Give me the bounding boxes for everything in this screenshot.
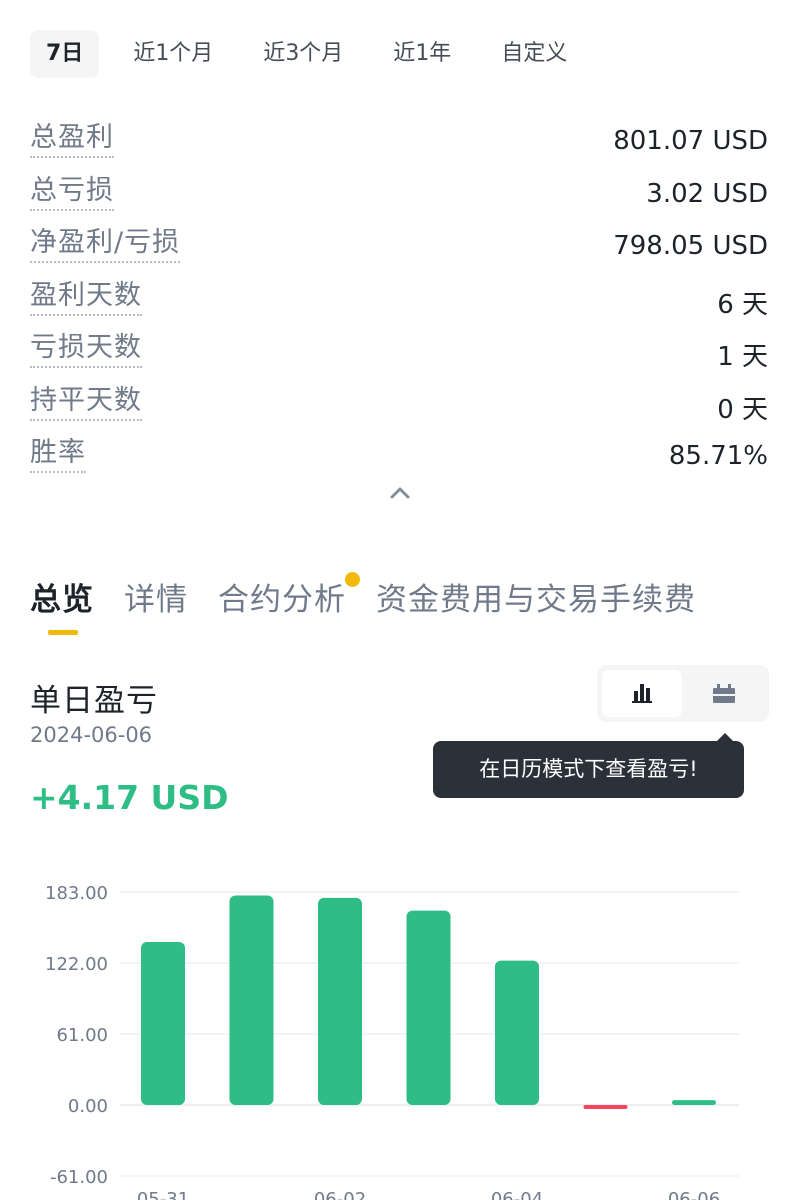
stats-list: 总盈利 801.07 USD 总亏损 3.02 USD 净盈利/亏损 798.0…	[30, 112, 768, 480]
view-mode-toggle	[597, 665, 769, 722]
tab-funding-fees[interactable]: 资金费用与交易手续费	[376, 574, 696, 619]
stat-row-flat-days: 持平天数 0 天	[30, 375, 768, 428]
active-tab-indicator	[48, 630, 78, 635]
y-tick-label: -61.00	[50, 1167, 108, 1188]
stat-row-profit-days: 盈利天数 6 天	[30, 270, 768, 323]
stat-row-loss-days: 亏损天数 1 天	[30, 322, 768, 375]
stat-row-net-pnl: 净盈利/亏损 798.05 USD	[30, 217, 768, 270]
stat-label[interactable]: 净盈利/亏损	[30, 220, 181, 263]
bar-chart-icon	[632, 684, 652, 703]
stat-value: 798.05 USD	[613, 231, 768, 261]
tab-overview[interactable]: 总览	[30, 574, 94, 619]
stat-value: 801.07 USD	[613, 126, 768, 156]
stat-label[interactable]: 总盈利	[30, 115, 114, 158]
stat-row-win-rate: 胜率 85.71%	[30, 427, 768, 480]
stat-value: 1 天	[717, 342, 768, 372]
bar-06-06[interactable]	[672, 1100, 716, 1105]
x-tick-label: 06-04	[491, 1189, 543, 1200]
period-tab-3m[interactable]: 近3个月	[263, 30, 343, 78]
period-tab-1y[interactable]: 近1年	[393, 30, 451, 78]
bar-view-button[interactable]	[602, 670, 682, 717]
calendar-icon	[713, 684, 735, 703]
calendar-mode-tooltip: 在日历模式下查看盈亏!	[433, 741, 744, 798]
y-tick-label: 0.00	[68, 1096, 108, 1117]
stat-label[interactable]: 盈利天数	[30, 273, 142, 316]
stat-label[interactable]: 胜率	[30, 430, 86, 473]
section-title: 单日盈亏	[30, 683, 158, 719]
section-tabs: 总览 详情 合约分析 资金费用与交易手续费	[30, 574, 726, 619]
x-tick-label: 06-06	[668, 1189, 720, 1200]
period-tab-1m[interactable]: 近1个月	[133, 30, 213, 78]
daily-pnl-bar-chart: 183.00 122.00 61.00 0.00 -61.00 05-31 06-02 06-…	[45, 883, 739, 1200]
y-tick-label: 183.00	[45, 883, 108, 904]
tab-details[interactable]: 详情	[124, 574, 188, 619]
stat-value: 85.71%	[668, 441, 768, 471]
stat-value: 3.02 USD	[646, 178, 768, 209]
stat-label[interactable]: 总亏损	[30, 168, 114, 211]
chevron-up-icon[interactable]	[388, 482, 412, 502]
y-tick-label: 61.00	[56, 1025, 108, 1046]
stat-row-total-loss: 总亏损 3.02 USD	[30, 165, 768, 218]
bar-06-02[interactable]	[318, 897, 362, 1105]
stat-value: 0 天	[717, 394, 768, 425]
calendar-view-button[interactable]	[684, 670, 764, 717]
bar-06-01[interactable]	[229, 895, 274, 1105]
bar-06-05[interactable]	[583, 1105, 628, 1109]
bar-06-03[interactable]	[406, 910, 451, 1105]
x-tick-label: 06-02	[314, 1189, 366, 1200]
x-tick-label: 05-31	[137, 1189, 189, 1200]
stat-label[interactable]: 亏损天数	[30, 325, 142, 368]
y-tick-label: 122.00	[45, 954, 108, 975]
new-badge-dot	[345, 572, 360, 587]
bar-06-04[interactable]	[495, 960, 539, 1105]
stat-row-total-profit: 总盈利 801.07 USD	[30, 112, 768, 165]
daily-pnl-value: +4.17 USD	[30, 778, 229, 817]
period-selector: 7日 近1个月 近3个月 近1年 自定义	[30, 30, 617, 78]
selected-date: 2024-06-06	[30, 723, 153, 747]
bar-05-31[interactable]	[141, 942, 185, 1105]
stat-label[interactable]: 持平天数	[30, 378, 142, 421]
period-tab-custom[interactable]: 自定义	[501, 30, 567, 78]
tab-contract-analysis[interactable]: 合约分析	[218, 574, 346, 619]
period-tab-7d[interactable]: 7日	[30, 30, 100, 78]
stat-value: 6 天	[717, 289, 768, 320]
